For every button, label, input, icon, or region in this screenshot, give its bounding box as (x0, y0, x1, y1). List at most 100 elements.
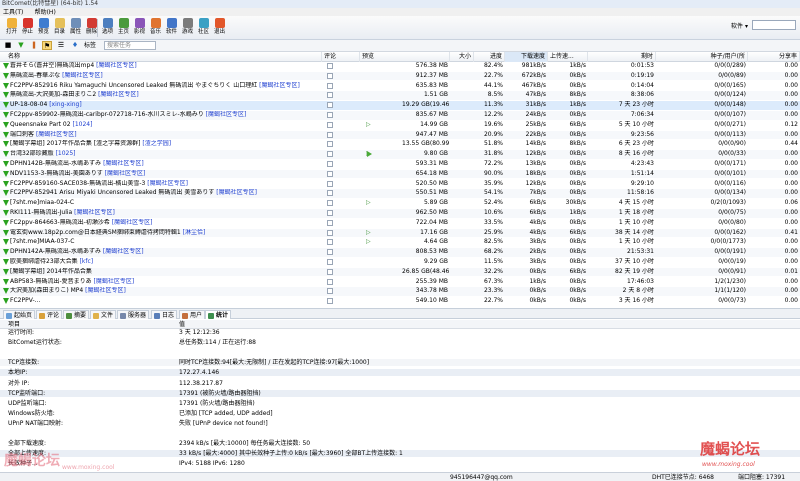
task-row[interactable]: Queensnake Part 02 [1024] ▷ 14.99 GB 19.6% 2… (0, 121, 800, 130)
col-seeds[interactable]: 种子/用户(所 (656, 52, 748, 62)
task-row[interactable]: FC2ppv-864663-無碼流出-初瀬沙希 [魔蝎社区专区] 722.04 M… (0, 219, 800, 228)
col-name[interactable]: 名称 (0, 52, 322, 62)
task-tag[interactable]: [魔蝎社区专区] (62, 72, 103, 79)
menu-tools[interactable]: 工具(T) (3, 9, 23, 16)
software-menu[interactable]: 软件 ▾ (731, 21, 748, 30)
task-tag[interactable]: [渣之学园] (142, 140, 171, 147)
task-row[interactable]: [7sht.me]MIAA-037-C ▷ 4.64 GB 82.5% 3kB/s 0k… (0, 238, 800, 247)
comment-checkbox[interactable] (327, 102, 333, 109)
task-tag[interactable]: [1024] (72, 121, 92, 128)
task-search-input[interactable]: 搜索任务 (104, 41, 156, 50)
task-row[interactable]: 端口刺客 [魔蝎社区专区] 947.47 MB 20.9% 22kB/s 0kB/s 9:… (0, 130, 800, 140)
task-row[interactable]: [7sht.me]miaa-024-C ▷ 5.89 GB 52.4% 6kB/s 30… (0, 199, 800, 208)
comment-checkbox[interactable] (327, 170, 333, 177)
col-comment[interactable]: 评论 (322, 52, 360, 62)
comment-checkbox[interactable] (327, 298, 333, 305)
task-row[interactable]: 蒼井そら(蒼井空)無碼流出mp4 [魔蝎社区专区] 576.38 MB 82.4% 9… (0, 62, 800, 71)
tab-log[interactable]: 日志 (151, 310, 178, 319)
col-ratio[interactable]: 分享率 (748, 52, 800, 62)
comment-checkbox[interactable] (327, 131, 333, 138)
task-row[interactable]: FC2ppv-859902-無碼流出-caribpr-072718-716-水川… (0, 111, 800, 120)
task-row[interactable]: DPHN142A-無碼流出-水嶋あずみ [魔蝎社区专区] 808.53 MB 68.… (0, 248, 800, 257)
comment-checkbox[interactable] (327, 210, 333, 216)
comment-checkbox[interactable] (327, 288, 333, 295)
task-row[interactable]: FC2PPV-... 549.10 MB 22.7% 0kB/s 0kB/s 3 天 1… (0, 297, 800, 306)
comment-checkbox[interactable] (327, 219, 333, 226)
toolbar-button-exit[interactable]: 退出 (212, 17, 227, 39)
task-tag[interactable]: [xing-xing] (49, 101, 82, 108)
task-row[interactable]: [魔蝎字幕组] 2017年作品合集 [渣之字幕资源群] [渣之学园] 13.55 … (0, 140, 800, 149)
task-tag[interactable]: [魔蝎社区专区] (74, 209, 115, 216)
comment-checkbox[interactable] (327, 190, 333, 197)
task-tag[interactable]: [魔蝎社区专区] (85, 287, 126, 294)
comment-checkbox[interactable] (327, 112, 333, 118)
col-size[interactable]: 大小 (450, 52, 474, 62)
task-row[interactable]: RKI111-無碼流出-Julia [魔蝎社区专区] 962.50 MB 10.6%… (0, 209, 800, 218)
pause-icon[interactable]: ❚ (29, 41, 39, 50)
task-row[interactable]: ABP583-無碼流出-愛音まりあ [魔蝎社区专区] 255.39 MB 67.3%… (0, 278, 800, 287)
comment-checkbox[interactable] (327, 63, 333, 69)
filter-icon[interactable]: ⚑ (42, 41, 52, 50)
group-icon[interactable]: ☰ (56, 41, 66, 50)
task-tag[interactable]: [魔蝎社区专区] (112, 219, 153, 226)
task-tag[interactable]: [魔蝎社区专区] (147, 180, 188, 187)
comment-checkbox[interactable] (327, 268, 333, 275)
menu-help[interactable]: 帮助(H) (35, 9, 56, 16)
task-tag[interactable]: [魔蝎社区专区] (98, 91, 139, 98)
task-tag[interactable]: [魔蝎社区专区] (216, 189, 257, 196)
task-row[interactable]: DPHN142B-無碼流出-水嶋あずみ [魔蝎社区专区] 593.31 MB 72.… (0, 160, 800, 169)
col-upload-speed[interactable]: 上传速... (548, 52, 588, 62)
col-download-speed[interactable]: 下载速度 (505, 52, 548, 62)
preview-available-icon[interactable]: ▷ (364, 121, 373, 130)
task-tag[interactable]: [魔蝎社区专区] (103, 160, 144, 167)
task-row[interactable]: FC2PPV-852941 Arisu Miyaki Uncensored Le… (0, 189, 800, 198)
task-tag[interactable]: [淋尘恰] (183, 229, 206, 236)
tab-start-page[interactable]: 起始页 (3, 310, 36, 319)
tag-icon[interactable]: ♦ (70, 41, 80, 50)
col-remaining[interactable]: 剩时 (588, 52, 656, 62)
tab-statistics[interactable]: 统计 (205, 310, 232, 319)
tab-users[interactable]: 用户 (179, 310, 206, 319)
task-tag[interactable]: [魔蝎社区专区] (36, 131, 77, 138)
new-task-icon[interactable]: ■ (3, 41, 13, 50)
task-row[interactable]: FC2PPV-852916 Riku Yamaguchi Uncensored … (0, 82, 800, 91)
comment-checkbox[interactable] (327, 92, 333, 99)
comment-checkbox[interactable] (327, 239, 333, 246)
comment-checkbox[interactable] (327, 259, 333, 265)
comment-checkbox[interactable] (327, 72, 333, 79)
task-row[interactable]: 電玄街www.18p2p.com@日本経典SM捆绑束縛虐待拷問特輯1 [淋尘恰]… (0, 228, 800, 238)
task-tag[interactable]: [kfc] (80, 258, 94, 265)
col-preview[interactable]: 预览 (360, 52, 450, 62)
toolbar-search-input[interactable] (752, 20, 796, 30)
task-tag[interactable]: [魔蝎社区专区] (259, 82, 300, 89)
task-row[interactable]: 欧美捆绑虐待23部大合集 [kfc] 9.29 GB 11.5% 3kB/s 0kB/s… (0, 258, 800, 267)
task-tag[interactable]: [魔蝎社区专区] (94, 278, 135, 285)
play-icon[interactable] (367, 151, 372, 158)
comment-checkbox[interactable] (327, 161, 333, 167)
task-tag[interactable]: [魔蝎社区专区] (96, 62, 137, 69)
comment-checkbox[interactable] (327, 249, 333, 256)
task-row[interactable]: NDV1153-3-無碼流出-美園ありす [魔蝎社区专区] 654.18 MB 90… (0, 169, 800, 179)
tab-servers[interactable]: 服务器 (117, 310, 150, 319)
tab-comments[interactable]: 评论 (36, 310, 63, 319)
task-tag[interactable]: [魔蝎社区专区] (103, 248, 144, 255)
task-row[interactable]: FC2PPV-859160-SACE038-無碼流出-橘山美雪-3 [魔蝎社区专… (0, 180, 800, 189)
comment-checkbox[interactable] (327, 121, 333, 128)
preview-available-icon[interactable]: ▷ (364, 238, 373, 247)
task-row[interactable]: 大沢美加(森田まりこ) MP4 [魔蝎社区专区] 343.78 MB 23.3% 0k… (0, 287, 800, 296)
task-row[interactable]: [魔蝎字幕组] 2014年作品合集 26.85 GB(48.46 GB) 32.2… (0, 267, 800, 277)
comment-checkbox[interactable] (327, 82, 333, 89)
start-icon[interactable]: ▼ (16, 41, 26, 50)
task-tag[interactable]: [魔蝎社区专区] (206, 111, 247, 118)
tab-summary[interactable]: 摘要 (63, 310, 90, 319)
task-row[interactable]: 無碼流出-大沢美加-森田まりこ2 [魔蝎社区专区] 1.51 GB 8.5% 47kB… (0, 91, 800, 100)
comment-checkbox[interactable] (327, 141, 333, 148)
comment-checkbox[interactable] (327, 229, 333, 236)
task-tag[interactable]: [魔蝎社区专区] (105, 170, 146, 177)
comment-checkbox[interactable] (327, 151, 333, 158)
col-progress[interactable]: 进度 (474, 52, 505, 62)
preview-available-icon[interactable]: ▷ (364, 229, 373, 238)
task-row[interactable]: 無碼流出-春華ぷな [魔蝎社区专区] 912.37 MB 22.7% 672kB/s 0… (0, 71, 800, 81)
preview-available-icon[interactable]: ▷ (364, 199, 373, 208)
comment-checkbox[interactable] (327, 278, 333, 285)
